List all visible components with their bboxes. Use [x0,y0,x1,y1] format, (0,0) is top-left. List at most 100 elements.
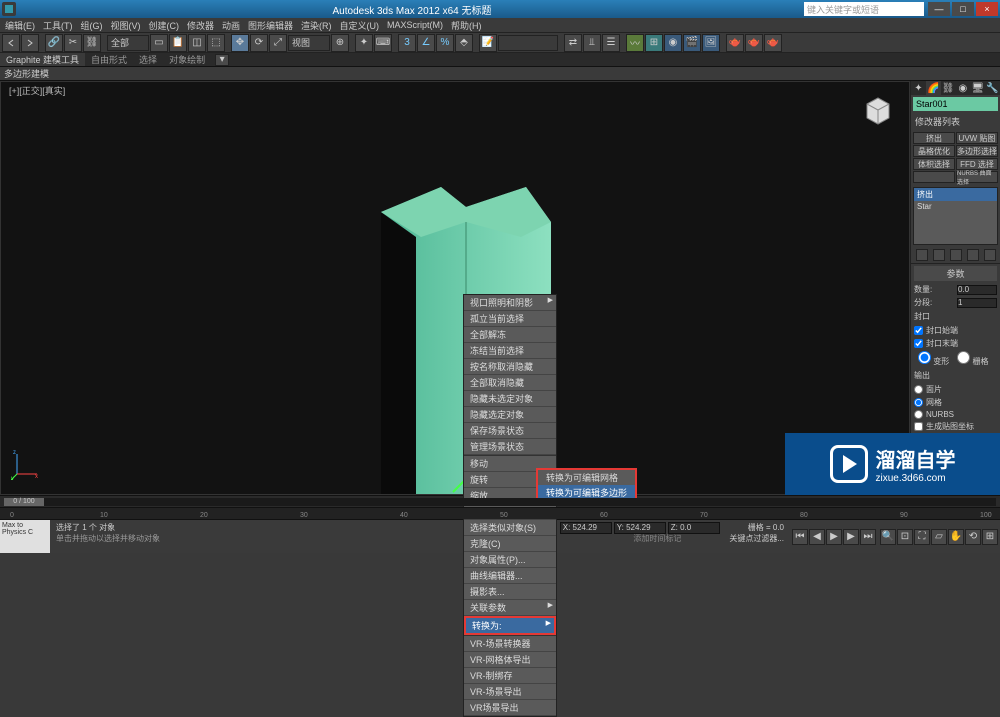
menu-item-clone[interactable]: 克隆(C) [464,536,556,552]
modify-tab[interactable]: 🌈 [926,81,941,95]
modifier-stack[interactable]: 挤出 Star [913,187,998,245]
menu-tools[interactable]: 工具(T) [39,19,77,32]
key-filters-label[interactable]: 关键点过滤器... [729,533,784,544]
link-button[interactable]: 🔗 [45,34,63,52]
menu-item-vr-scene-conv[interactable]: VR-场景转换器 [464,636,556,652]
render-frame-button[interactable]: 🖼 [702,34,720,52]
render-prod-button[interactable]: 🫖 [764,34,782,52]
menu-item-props[interactable]: 对象属性(P)... [464,552,556,568]
configure-button[interactable] [984,249,996,261]
bind-button[interactable]: ⛓ [83,34,101,52]
viewport-3d[interactable] [1,82,909,494]
menu-item-unhide-all[interactable]: 全部取消隐藏 [464,375,556,391]
named-sel-button[interactable]: 📝 [479,34,497,52]
menu-group[interactable]: 组(G) [77,19,107,32]
create-tab[interactable]: ✦ [911,81,926,95]
ref-coord-system[interactable]: 视图 [288,35,330,51]
menu-item-wire-params[interactable]: 关联参数 [464,600,556,616]
pin-stack-button[interactable] [916,249,928,261]
grid-radio[interactable]: 栅格 [957,351,988,367]
unlink-button[interactable]: ✂ [64,34,82,52]
schematic-button[interactable]: ⊞ [645,34,663,52]
menu-item-viewport-lighting[interactable]: 视口照明和阴影 [464,295,556,311]
selection-filter[interactable]: 全部 [107,35,149,51]
menu-grapheditors[interactable]: 图形编辑器 [244,19,297,32]
render-button[interactable]: 🫖 [745,34,763,52]
maximize-button[interactable]: □ [952,2,974,16]
menu-customize[interactable]: 自定义(U) [336,19,384,32]
named-sel-dropdown[interactable] [498,35,558,51]
menu-item-convert-to[interactable]: 转换为: [464,616,556,635]
close-button[interactable]: × [976,2,998,16]
quick-render-button[interactable]: 🫖 [726,34,744,52]
spinner-snap-button[interactable]: ⬘ [455,34,473,52]
menu-item-vr-rig[interactable]: VR-制绑存 [464,668,556,684]
move-button[interactable]: ✥ [231,34,249,52]
ribbon-tab-graphite[interactable]: Graphite 建模工具 [0,53,85,66]
remove-mod-button[interactable] [967,249,979,261]
menu-item-isolate[interactable]: 孤立当前选择 [464,311,556,327]
mod-btn-optimize[interactable]: 晶格优化 [913,145,955,157]
menu-item-vr-scene-exp2[interactable]: VR场景导出 [464,700,556,716]
ribbon-tab-selection[interactable]: 选择 [133,53,163,66]
menu-item-unfreeze-all[interactable]: 全部解冻 [464,327,556,343]
prev-frame-button[interactable]: ◀ [809,529,825,545]
layers-button[interactable]: ☰ [602,34,620,52]
cap-start-checkbox[interactable] [914,326,923,335]
pivot-button[interactable]: ⊕ [331,34,349,52]
mod-btn-nurbs[interactable]: NURBS 曲面选择 [956,171,998,183]
morph-radio[interactable]: 变形 [918,351,949,367]
mod-btn-uvw[interactable]: UVW 贴图 [956,132,998,144]
select-button[interactable]: ▭ [150,34,168,52]
select-name-button[interactable]: 📋 [169,34,187,52]
object-name-input[interactable]: Star001 [913,97,998,111]
maxscript-listener[interactable]: Max to Physics C [0,520,50,553]
menu-item-hide-unsel[interactable]: 隐藏未选定对象 [464,391,556,407]
segments-input[interactable] [957,298,997,308]
menu-item-curve-editor[interactable]: 曲线编辑器... [464,568,556,584]
hierarchy-tab[interactable]: ⛓ [941,81,956,95]
menu-item-freeze-sel[interactable]: 冻结当前选择 [464,343,556,359]
time-slider-handle[interactable]: 0 / 100 [4,498,44,506]
mod-btn-extrude[interactable]: 挤出 [913,132,955,144]
select-region-button[interactable]: ◫ [188,34,206,52]
minimize-button[interactable]: — [928,2,950,16]
menu-item-vr-scene-exp[interactable]: VR-场景导出 [464,684,556,700]
ribbon-tab-objectpaint[interactable]: 对象绘制 [163,53,211,66]
zoom-button[interactable]: 🔍 [880,529,896,545]
curve-editor-button[interactable]: 〰 [626,34,644,52]
submenu-item-editable-mesh[interactable]: 转换为可编辑网格 [538,470,635,485]
mod-btn-empty[interactable] [913,171,955,183]
menu-item-save-state[interactable]: 保存场景状态 [464,423,556,439]
material-editor-button[interactable]: ◉ [664,34,682,52]
mesh-radio[interactable] [914,398,923,407]
time-slider[interactable]: 0 / 100 [0,495,1000,507]
menu-view[interactable]: 视图(V) [107,19,145,32]
menu-item-dopesheet[interactable]: 摄影表... [464,584,556,600]
stack-item-extrude[interactable]: 挤出 [914,188,997,201]
modifier-list-label[interactable]: 修改器列表 [911,113,1000,130]
nurbs-radio[interactable] [914,410,923,419]
goto-start-button[interactable]: ⏮ [792,529,808,545]
x-coord-input[interactable]: X: 524.29 [560,522,612,534]
keymode-button[interactable]: ⌨ [374,34,392,52]
pan-button[interactable]: ✋ [948,529,964,545]
menu-item-manage-state[interactable]: 管理场景状态 [464,439,556,455]
ribbon-expand-button[interactable]: ▾ [215,54,229,66]
manipulate-button[interactable]: ✦ [355,34,373,52]
menu-help[interactable]: 帮助(H) [447,19,486,32]
align-button[interactable]: ⫫ [583,34,601,52]
utilities-tab[interactable]: 🔧 [985,81,1000,95]
menu-item-select-similar[interactable]: 选择类似对象(S) [464,520,556,536]
mod-btn-polysel[interactable]: 多边形选择 [956,145,998,157]
time-tag-label[interactable]: 添加时间标记 [633,533,681,544]
orbit-button[interactable]: ⟲ [965,529,981,545]
show-end-button[interactable] [933,249,945,261]
undo-button[interactable] [2,34,20,52]
help-search-input[interactable]: 键入关键字或短语 [804,2,924,16]
track-bar[interactable]: 0 10 20 30 40 50 60 70 80 90 100 [0,507,1000,519]
next-frame-button[interactable]: ▶ [843,529,859,545]
menu-animation[interactable]: 动画 [218,19,244,32]
amount-input[interactable] [957,285,997,295]
rollout-header-params[interactable]: 参数 [914,266,997,281]
